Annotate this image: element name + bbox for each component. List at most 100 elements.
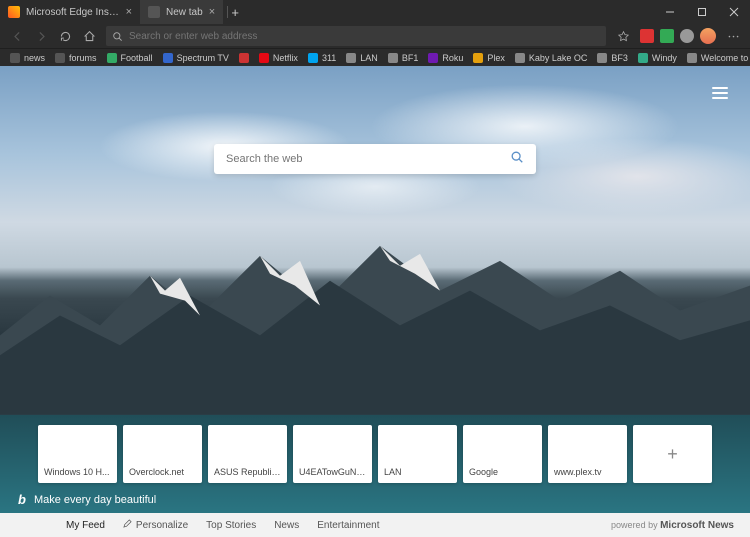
extension-icons: [636, 28, 720, 44]
toolbar: [0, 24, 750, 48]
favorite-button[interactable]: [612, 25, 634, 47]
tab-label: New tab: [166, 7, 203, 18]
profile-avatar[interactable]: [700, 28, 716, 44]
home-button[interactable]: [78, 25, 100, 47]
mountains-decoration: [0, 236, 750, 415]
bookmark-label: news: [24, 53, 45, 63]
bookmark-item[interactable]: 311: [304, 53, 340, 63]
bookmark-favicon-icon: [515, 53, 525, 63]
bookmark-label: BF3: [611, 53, 628, 63]
tile-label: Windows 10 H...: [44, 467, 111, 477]
bookmark-favicon-icon: [10, 53, 20, 63]
bookmark-item[interactable]: forums: [51, 53, 101, 63]
bookmark-favicon-icon: [638, 53, 648, 63]
bookmark-favicon-icon: [163, 53, 173, 63]
address-input[interactable]: [129, 31, 600, 42]
close-icon[interactable]: ×: [126, 6, 132, 18]
bookmark-label: Kaby Lake OC: [529, 53, 588, 63]
bookmark-favicon-icon: [308, 53, 318, 63]
bookmark-item[interactable]: Plex: [469, 53, 509, 63]
quick-link-tile[interactable]: U4EATowGuNn...: [293, 425, 372, 483]
refresh-button[interactable]: [54, 25, 76, 47]
bookmark-favicon-icon: [55, 53, 65, 63]
quick-link-tile[interactable]: www.plex.tv: [548, 425, 627, 483]
bookmark-favicon-icon: [597, 53, 607, 63]
menu-button[interactable]: [722, 25, 744, 47]
tile-label: www.plex.tv: [554, 467, 621, 477]
quick-link-tile[interactable]: LAN: [378, 425, 457, 483]
powered-by: powered by Microsoft News: [611, 520, 734, 531]
footer-links: My Feed Personalize Top Stories News Ent…: [66, 519, 379, 531]
bookmark-label: 311: [322, 53, 336, 63]
bookmark-label: forums: [69, 53, 97, 63]
search-icon: [112, 31, 123, 42]
bookmark-favicon-icon: [239, 53, 249, 63]
quick-link-tile[interactable]: Overclock.net: [123, 425, 202, 483]
tab-new-tab[interactable]: New tab ×: [140, 0, 223, 24]
bookmark-item[interactable]: Welcome to Accele...: [683, 53, 750, 63]
favicon-icon: [148, 6, 160, 18]
extension-icon[interactable]: [660, 29, 674, 43]
bookmark-favicon-icon: [388, 53, 398, 63]
bookmark-favicon-icon: [346, 53, 356, 63]
minimize-button[interactable]: [654, 0, 686, 24]
bookmark-label: Spectrum TV: [177, 53, 229, 63]
bookmark-item[interactable]: Kaby Lake OC: [511, 53, 592, 63]
bookmark-label: LAN: [360, 53, 378, 63]
bookmark-item[interactable]: [235, 53, 253, 63]
tile-label: LAN: [384, 467, 451, 477]
extension-icon[interactable]: [680, 29, 694, 43]
address-bar[interactable]: [106, 26, 606, 46]
bookmark-item[interactable]: Windy: [634, 53, 681, 63]
quick-link-tile[interactable]: Google: [463, 425, 542, 483]
maximize-button[interactable]: [686, 0, 718, 24]
bookmark-item[interactable]: Spectrum TV: [159, 53, 233, 63]
footer-link-entertainment[interactable]: Entertainment: [317, 519, 379, 531]
bing-caption[interactable]: b Make every day beautiful: [18, 492, 156, 507]
bookmark-label: Roku: [442, 53, 463, 63]
back-button[interactable]: [6, 25, 28, 47]
bookmarks-bar: news forums Football Spectrum TV Netflix 311 L…: [0, 48, 750, 66]
tab-label: Microsoft Edge Insider preview i: [26, 7, 120, 18]
bookmark-item[interactable]: BF1: [384, 53, 423, 63]
bookmark-favicon-icon: [259, 53, 269, 63]
footer-link-personalize[interactable]: Personalize: [123, 519, 188, 531]
tile-label: Google: [469, 467, 536, 477]
new-tab-page: Windows 10 H... Overclock.netASUS Republi…: [0, 66, 750, 513]
footer-link-news[interactable]: News: [274, 519, 299, 531]
footer-link-my-feed[interactable]: My Feed: [66, 519, 105, 531]
quick-link-tile[interactable]: Windows 10 H...: [38, 425, 117, 483]
pencil-icon: [123, 519, 132, 531]
add-quick-link-button[interactable]: +: [633, 425, 712, 483]
close-icon[interactable]: ×: [209, 6, 215, 18]
bookmark-label: Football: [121, 53, 153, 63]
bookmark-label: Welcome to Accele...: [701, 53, 750, 63]
web-search-input[interactable]: [226, 153, 510, 165]
web-search-box[interactable]: [214, 144, 536, 174]
bookmark-label: Netflix: [273, 53, 298, 63]
bookmark-item[interactable]: Netflix: [255, 53, 302, 63]
close-window-button[interactable]: [718, 0, 750, 24]
tab-edge-insider[interactable]: Microsoft Edge Insider preview i ×: [0, 0, 140, 24]
bookmark-item[interactable]: news: [6, 53, 49, 63]
bookmark-item[interactable]: Roku: [424, 53, 467, 63]
bookmark-favicon-icon: [473, 53, 483, 63]
bookmark-item[interactable]: Football: [103, 53, 157, 63]
forward-button[interactable]: [30, 25, 52, 47]
quick-link-tile[interactable]: ASUS Republic...: [208, 425, 287, 483]
extension-icon[interactable]: [640, 29, 654, 43]
quick-links: Windows 10 H... Overclock.netASUS Republi…: [38, 425, 712, 483]
favicon-icon: [8, 6, 20, 18]
bookmark-item[interactable]: LAN: [342, 53, 382, 63]
footer-link-top-stories[interactable]: Top Stories: [206, 519, 256, 531]
caption-text: Make every day beautiful: [34, 494, 156, 506]
bookmark-favicon-icon: [428, 53, 438, 63]
tile-label: U4EATowGuNn...: [299, 467, 366, 477]
search-icon[interactable]: [510, 150, 524, 169]
bookmark-favicon-icon: [107, 53, 117, 63]
bookmark-item[interactable]: BF3: [593, 53, 632, 63]
footer-bar: My Feed Personalize Top Stories News Ent…: [0, 513, 750, 537]
window-controls: [654, 0, 750, 24]
titlebar: Microsoft Edge Insider preview i × New t…: [0, 0, 750, 24]
page-settings-button[interactable]: [712, 84, 728, 102]
